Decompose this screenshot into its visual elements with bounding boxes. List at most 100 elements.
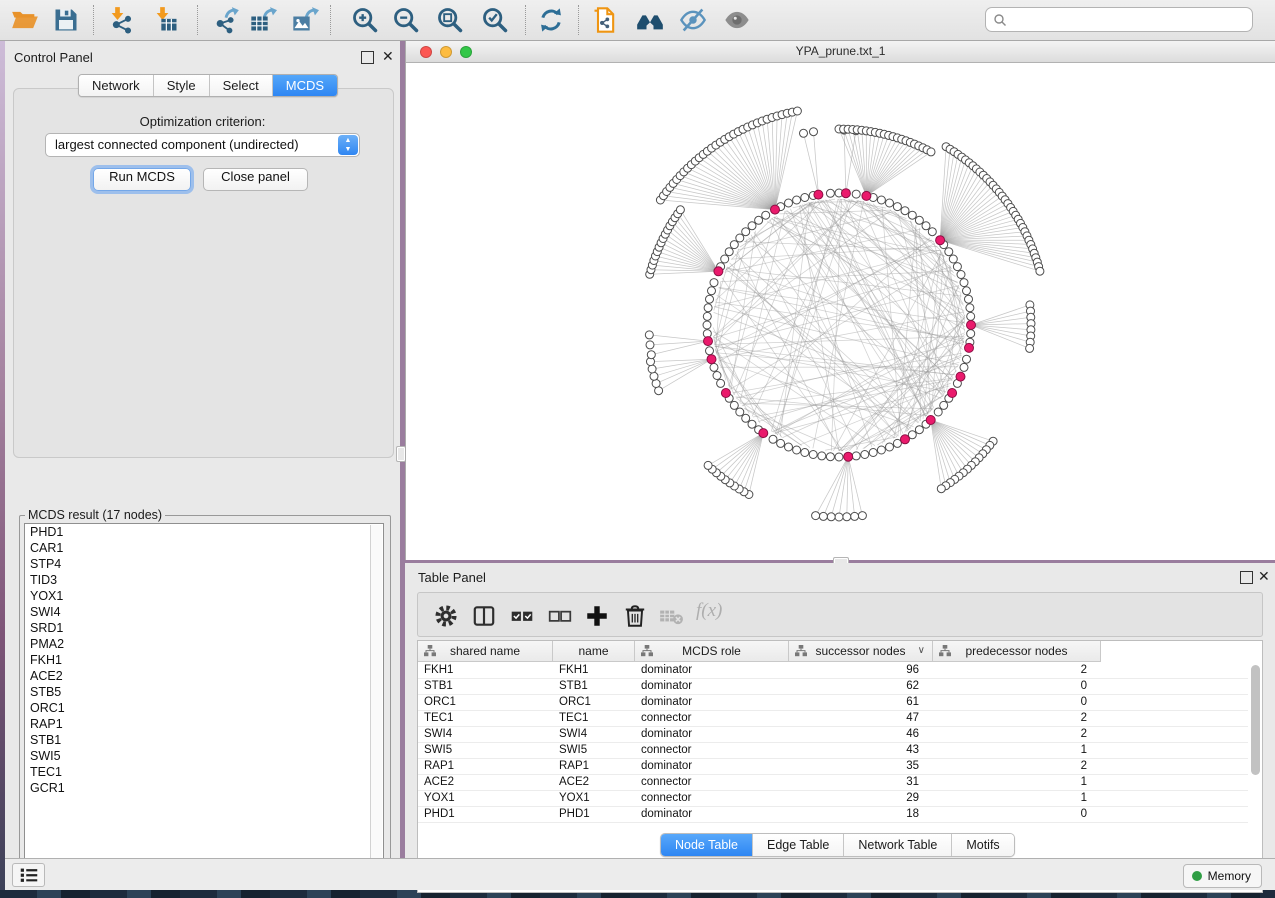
zoom-selected-icon[interactable] — [481, 6, 509, 34]
mcds-result-item[interactable]: SWI5 — [25, 748, 383, 764]
refresh-icon[interactable] — [537, 6, 565, 34]
tab-select[interactable]: Select — [210, 75, 273, 96]
memory-button[interactable]: Memory — [1183, 864, 1262, 888]
mcds-result-item[interactable]: SRD1 — [25, 620, 383, 636]
mcds-result-item[interactable]: SWI4 — [25, 604, 383, 620]
table-row[interactable]: SWI5SWI5connector431 — [418, 742, 1248, 759]
zoom-out-icon[interactable] — [392, 6, 420, 34]
mcds-result-item[interactable]: PMA2 — [25, 636, 383, 652]
cell-shared_name: PHD1 — [424, 806, 547, 822]
settings-gear-icon[interactable] — [433, 603, 459, 629]
table-row[interactable]: SWI4SWI4dominator462 — [418, 726, 1248, 743]
table-scrollbar-thumb[interactable] — [1251, 665, 1260, 775]
cell-shared_name: FKH1 — [424, 662, 547, 678]
table-row[interactable]: PHD1PHD1dominator180 — [418, 806, 1248, 823]
table-row[interactable]: RAP1RAP1dominator352 — [418, 758, 1248, 775]
close-panel-icon[interactable]: ✕ — [382, 51, 394, 62]
minimize-window-light[interactable] — [440, 46, 452, 58]
column-header-predecessor-nodes[interactable]: predecessor nodes — [933, 641, 1101, 661]
cell-shared_name: SWI4 — [424, 726, 547, 742]
mcds-result-item[interactable]: STB1 — [25, 732, 383, 748]
task-history-button[interactable] — [12, 863, 45, 887]
column-visibility-icon[interactable] — [471, 603, 497, 629]
network-window-titlebar[interactable]: YPA_prune.txt_1 — [406, 41, 1275, 63]
export-table-icon[interactable] — [249, 6, 277, 34]
close-window-light[interactable] — [420, 46, 432, 58]
mcds-result-item[interactable]: YOX1 — [25, 588, 383, 604]
table-panel: Table Panel ✕ f(x) shared namenameMCDS r… — [405, 563, 1275, 858]
mcds-result-item[interactable]: GCR1 — [25, 780, 383, 796]
column-header-name[interactable]: name — [553, 641, 635, 661]
mcds-result-item[interactable]: STP4 — [25, 556, 383, 572]
tab-node-table[interactable]: Node Table — [661, 834, 753, 856]
tab-network-table[interactable]: Network Table — [844, 834, 952, 856]
tab-style[interactable]: Style — [154, 75, 210, 96]
tab-motifs[interactable]: Motifs — [952, 834, 1013, 856]
table-row[interactable]: STB1STB1dominator620 — [418, 678, 1248, 695]
save-floppy-icon[interactable] — [52, 6, 80, 34]
cell-successor_nodes: 31 — [795, 774, 919, 790]
share-document-icon[interactable] — [591, 6, 619, 34]
open-folder-icon[interactable] — [11, 6, 39, 34]
cell-successor_nodes: 43 — [795, 742, 919, 758]
table-row[interactable]: FKH1FKH1dominator962 — [418, 662, 1248, 679]
tab-network[interactable]: Network — [79, 75, 154, 96]
column-header-successor-nodes[interactable]: successor nodes∨ — [789, 641, 933, 661]
cell-name: SWI4 — [559, 726, 629, 742]
maximize-window-light[interactable] — [460, 46, 472, 58]
deselect-all-icon[interactable] — [547, 603, 573, 629]
cell-shared_name: ACE2 — [424, 774, 547, 790]
mcds-result-item[interactable]: TID3 — [25, 572, 383, 588]
cell-successor_nodes: 18 — [795, 806, 919, 822]
mcds-result-item[interactable]: STB5 — [25, 684, 383, 700]
zoom-in-icon[interactable] — [351, 6, 379, 34]
tab-edge-table[interactable]: Edge Table — [753, 834, 844, 856]
import-network-icon[interactable] — [107, 6, 135, 34]
optimization-criterion-label: Optimization criterion: — [5, 114, 400, 129]
mcds-result-item[interactable]: TEC1 — [25, 764, 383, 780]
zoom-fit-icon[interactable] — [436, 6, 464, 34]
mcds-result-item[interactable]: RAP1 — [25, 716, 383, 732]
cell-shared_name: STB1 — [424, 678, 547, 694]
mcds-result-list[interactable]: PHD1CAR1STP4TID3YOX1SWI4SRD1PMA2FKH1ACE2… — [24, 523, 384, 875]
float-window-icon[interactable] — [361, 51, 374, 64]
mcds-result-item[interactable]: FKH1 — [25, 652, 383, 668]
table-row[interactable]: TEC1TEC1connector472 — [418, 710, 1248, 727]
export-network-icon[interactable] — [212, 6, 240, 34]
import-table-icon[interactable] — [152, 6, 180, 34]
cell-name: ORC1 — [559, 694, 629, 710]
cell-shared_name: RAP1 — [424, 758, 547, 774]
eye-slash-icon[interactable] — [679, 6, 707, 34]
column-header-MCDS-role[interactable]: MCDS role — [635, 641, 789, 661]
add-column-icon[interactable] — [584, 603, 610, 629]
float-window-icon[interactable] — [1240, 571, 1253, 584]
binoculars-icon[interactable] — [636, 6, 664, 34]
mcds-list-scrollbar[interactable] — [370, 525, 382, 875]
select-all-icon[interactable] — [509, 603, 535, 629]
table-row[interactable]: ACE2ACE2connector311 — [418, 774, 1248, 791]
mcds-result-item[interactable]: CAR1 — [25, 540, 383, 556]
run-mcds-button[interactable]: Run MCDS — [93, 168, 191, 191]
mcds-result-item[interactable]: ACE2 — [25, 668, 383, 684]
table-row[interactable]: YOX1YOX1connector291 — [418, 790, 1248, 807]
delete-table-icon[interactable] — [658, 603, 684, 629]
mcds-result-item[interactable]: ORC1 — [25, 700, 383, 716]
close-panel-button[interactable]: Close panel — [203, 168, 308, 191]
function-builder-icon[interactable]: f(x) — [696, 600, 722, 622]
cell-predecessor_nodes: 1 — [939, 790, 1087, 806]
close-panel-icon[interactable]: ✕ — [1258, 571, 1270, 582]
criterion-select[interactable]: largest connected component (undirected)… — [45, 133, 360, 157]
tab-mcds[interactable]: MCDS — [273, 75, 337, 96]
network-graph[interactable] — [406, 63, 1275, 559]
table-row[interactable]: ORC1ORC1dominator610 — [418, 694, 1248, 711]
mcds-result-item[interactable]: PHD1 — [25, 524, 383, 540]
cell-mcds_role: connector — [641, 710, 783, 726]
eye-icon[interactable] — [723, 6, 751, 34]
export-image-icon[interactable] — [291, 6, 319, 34]
search-input[interactable] — [1012, 9, 1246, 32]
network-canvas[interactable] — [406, 63, 1275, 559]
delete-column-icon[interactable] — [622, 603, 648, 629]
column-header-shared-name[interactable]: shared name — [418, 641, 553, 661]
search-box[interactable] — [985, 7, 1253, 32]
table-tabbar: Node Table Edge Table Network Table Moti… — [660, 833, 1015, 857]
